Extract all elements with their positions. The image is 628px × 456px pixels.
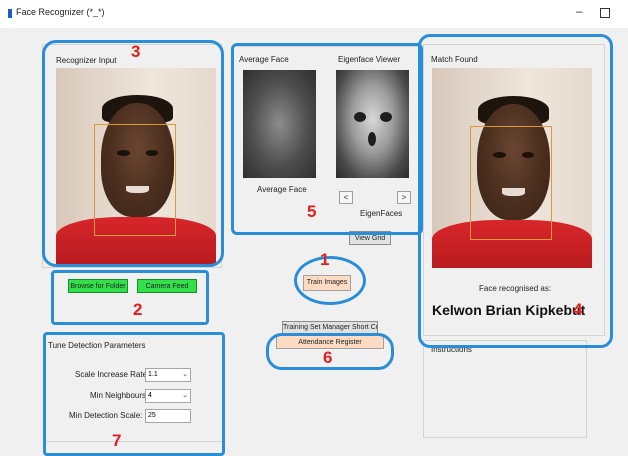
highlight-3	[42, 40, 224, 267]
annotation-4: 4	[573, 300, 583, 319]
highlight-5	[231, 43, 423, 235]
annotation-6: 6	[323, 348, 333, 367]
annotation-5: 5	[307, 202, 317, 221]
annotation-3: 3	[131, 42, 141, 61]
highlight-7	[43, 332, 225, 456]
title-bar: Face Recognizer (*_*) –	[0, 0, 628, 28]
app-icon	[8, 9, 12, 18]
window-title: Face Recognizer (*_*)	[16, 7, 105, 17]
highlight-2	[51, 270, 209, 325]
annotation-1: 1	[320, 250, 330, 269]
minimize-button[interactable]: –	[576, 4, 583, 18]
annotation-7: 7	[112, 431, 122, 450]
maximize-button[interactable]	[600, 8, 610, 18]
highlight-1	[294, 256, 366, 305]
highlight-4	[418, 34, 613, 348]
annotation-2: 2	[133, 300, 143, 319]
instructions-panel	[423, 340, 587, 438]
